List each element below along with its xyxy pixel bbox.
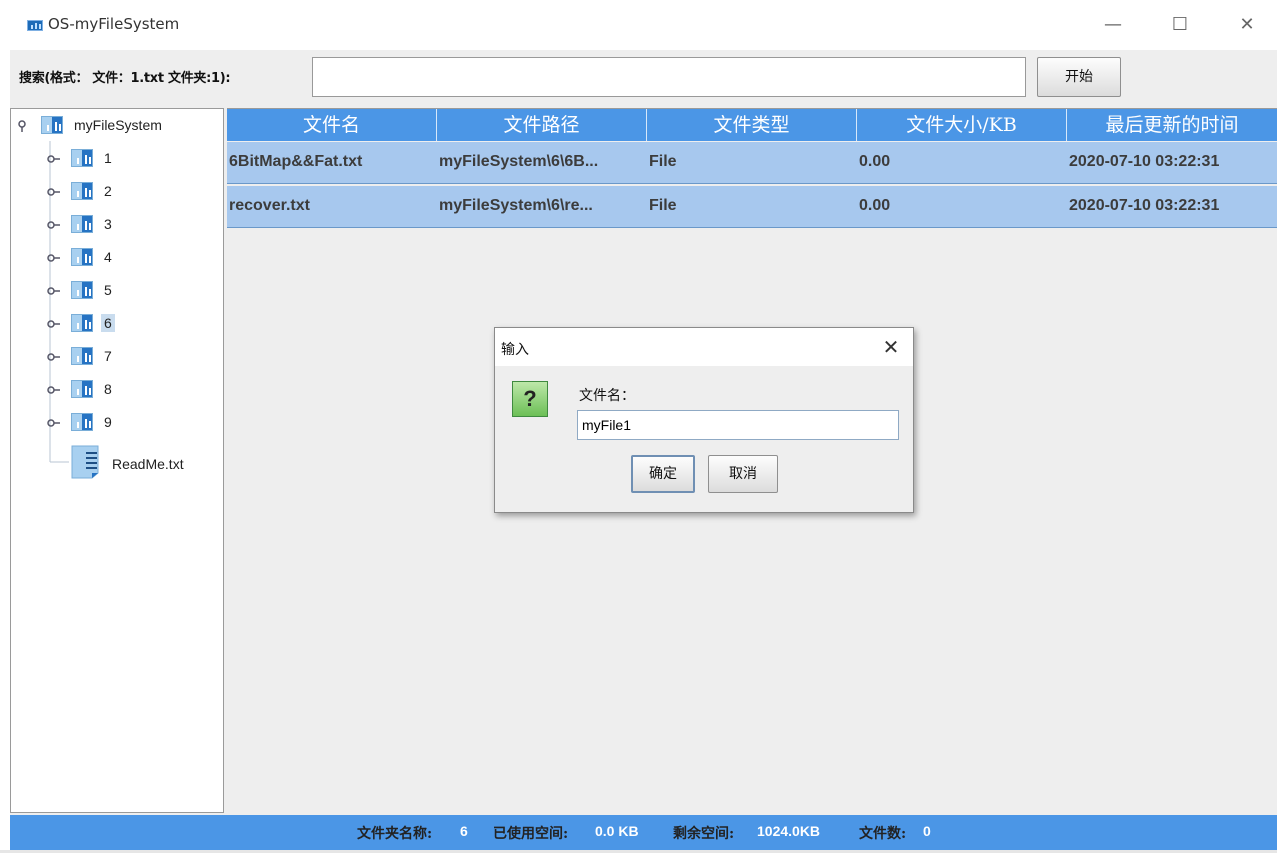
tree-folder-label-selected: 6 <box>101 314 115 332</box>
status-count-value: 0 <box>923 823 931 839</box>
cell-name: 6BitMap&&Fat.txt <box>229 153 363 170</box>
cell-size: 0.00 <box>859 197 891 214</box>
dialog-close-button[interactable]: ✕ <box>877 333 905 361</box>
collapsed-handle-icon[interactable] <box>47 184 61 198</box>
table-row[interactable]: 6BitMap&&Fat.txt myFileSystem\6\6B... Fi… <box>227 142 1277 184</box>
input-dialog: 输入 ✕ ? 文件名： 确定 取消 <box>494 327 914 513</box>
folder-icon <box>71 380 93 398</box>
collapsed-handle-icon[interactable] <box>47 151 61 165</box>
document-icon <box>71 445 103 483</box>
tree-folder-label: 3 <box>104 216 112 232</box>
column-header-path[interactable]: 文件路径 <box>437 109 647 141</box>
collapsed-handle-icon[interactable] <box>47 250 61 264</box>
folder-icon <box>71 281 93 299</box>
folder-icon <box>71 149 93 167</box>
tree-folder-label: 5 <box>104 282 112 298</box>
collapsed-handle-icon[interactable] <box>47 382 61 396</box>
start-search-button[interactable]: 开始 <box>1037 57 1121 97</box>
folder-icon <box>71 248 93 266</box>
cell-size: 0.00 <box>859 153 891 170</box>
tree-folder-2[interactable]: 2 <box>47 179 115 203</box>
tree-folder-label: 9 <box>104 414 112 430</box>
tree-folder-9[interactable]: 9 <box>47 410 115 434</box>
dialog-field-label: 文件名： <box>579 388 635 404</box>
tree-folder-4[interactable]: 4 <box>47 245 115 269</box>
tree-folder-8[interactable]: 8 <box>47 377 115 401</box>
minimize-button[interactable]: — <box>1093 10 1133 40</box>
folder-icon <box>41 116 63 134</box>
tree-file-readme[interactable]: ReadMe.txt <box>71 445 187 483</box>
tree-connector-lines <box>49 141 69 463</box>
status-folder-value: 6 <box>460 823 468 839</box>
tree-folder-label: 2 <box>104 183 112 199</box>
directory-tree: myFileSystem 1 2 3 4 5 6 7 8 9 ReadMe.tx… <box>10 108 224 813</box>
cell-type: File <box>649 153 677 170</box>
title-bar: OS-myFileSystem — ☐ ✕ <box>0 0 1277 50</box>
expanded-handle-icon[interactable] <box>17 118 31 132</box>
collapsed-handle-icon[interactable] <box>47 316 61 330</box>
column-header-type[interactable]: 文件类型 <box>647 109 857 141</box>
question-icon: ? <box>512 381 548 417</box>
cell-modified: 2020-07-10 03:22:31 <box>1069 153 1220 170</box>
dialog-title-bar[interactable]: 输入 ✕ <box>495 328 913 366</box>
status-folder-label: 文件夹名称: <box>357 826 433 842</box>
cell-path: myFileSystem\6\re... <box>439 197 593 214</box>
column-header-name[interactable]: 文件名 <box>227 109 437 141</box>
dialog-title: 输入 <box>501 342 529 358</box>
folder-icon <box>71 413 93 431</box>
app-icon <box>27 20 43 31</box>
close-window-button[interactable]: ✕ <box>1227 10 1267 40</box>
tree-folder-label: 8 <box>104 381 112 397</box>
folder-icon <box>71 215 93 233</box>
tree-folder-3[interactable]: 3 <box>47 212 115 236</box>
tree-folder-5[interactable]: 5 <box>47 278 115 302</box>
tree-folder-1[interactable]: 1 <box>47 146 115 170</box>
window-title: OS-myFileSystem <box>48 15 180 33</box>
status-used-value: 0.0 KB <box>595 823 639 839</box>
column-header-size[interactable]: 文件大小/KB <box>857 109 1067 141</box>
status-count-label: 文件数: <box>859 826 907 842</box>
folder-icon <box>71 182 93 200</box>
status-bar: 文件夹名称: 6 已使用空间: 0.0 KB 剩余空间: 1024.0KB 文件… <box>10 815 1277 850</box>
cell-type: File <box>649 197 677 214</box>
tree-folder-label: 4 <box>104 249 112 265</box>
collapsed-handle-icon[interactable] <box>47 283 61 297</box>
cancel-button[interactable]: 取消 <box>708 455 778 493</box>
folder-icon <box>71 314 93 332</box>
tree-root[interactable]: myFileSystem <box>17 113 165 137</box>
maximize-button[interactable]: ☐ <box>1160 10 1200 40</box>
search-label: 搜索(格式： 文件：1.txt 文件夹:1): <box>19 71 231 86</box>
tree-folder-label: 1 <box>104 150 112 166</box>
ok-button[interactable]: 确定 <box>631 455 695 493</box>
cell-modified: 2020-07-10 03:22:31 <box>1069 197 1220 214</box>
status-used-label: 已使用空间: <box>493 826 569 842</box>
table-header: 文件名 文件路径 文件类型 文件大小/KB 最后更新的时间 <box>227 109 1277 141</box>
search-input[interactable] <box>312 57 1026 97</box>
cell-path: myFileSystem\6\6B... <box>439 153 599 170</box>
tree-folder-7[interactable]: 7 <box>47 344 115 368</box>
status-free-value: 1024.0KB <box>757 823 821 839</box>
tree-folder-label: 7 <box>104 348 112 364</box>
status-free-label: 剩余空间: <box>673 826 735 842</box>
table-row[interactable]: recover.txt myFileSystem\6\re... File 0.… <box>227 186 1277 228</box>
filename-input[interactable] <box>577 410 899 440</box>
collapsed-handle-icon[interactable] <box>47 217 61 231</box>
tree-file-label: ReadMe.txt <box>112 456 184 472</box>
column-header-modified[interactable]: 最后更新的时间 <box>1067 109 1277 141</box>
collapsed-handle-icon[interactable] <box>47 415 61 429</box>
collapsed-handle-icon[interactable] <box>47 349 61 363</box>
tree-folder-6[interactable]: 6 <box>47 311 115 335</box>
cell-name: recover.txt <box>229 197 310 214</box>
tree-root-label: myFileSystem <box>74 117 162 133</box>
folder-icon <box>71 347 93 365</box>
